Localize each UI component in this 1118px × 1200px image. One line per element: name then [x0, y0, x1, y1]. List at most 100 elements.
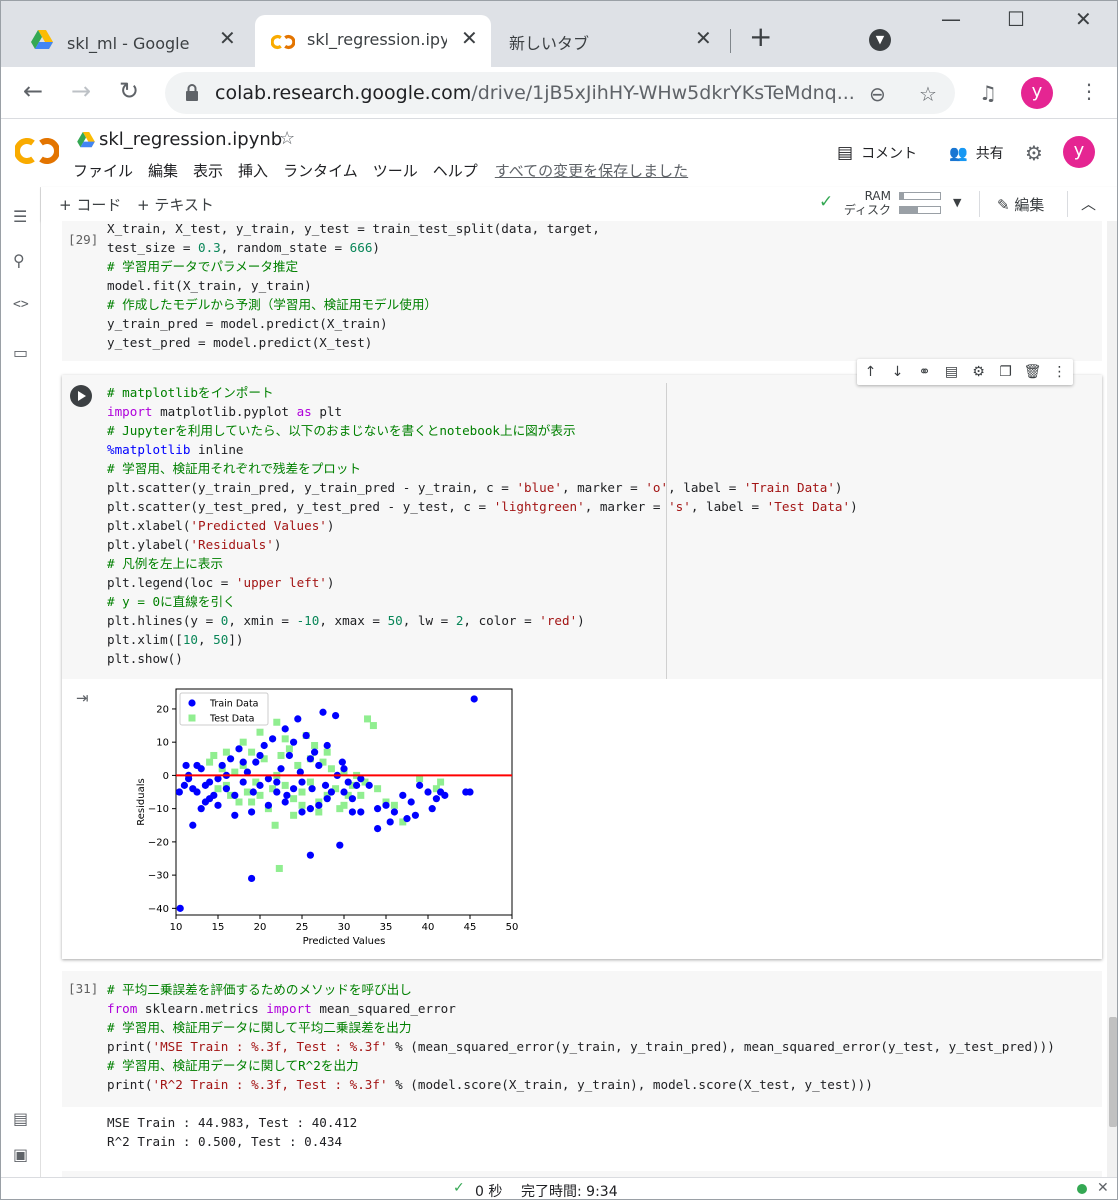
code-cell[interactable]: [29] X_train, X_test, y_train, y_test = …: [62, 221, 1102, 361]
new-tab-icon[interactable]: +: [749, 23, 772, 51]
maximize-icon[interactable]: ☐: [1007, 9, 1025, 29]
tab-new[interactable]: 新しいタブ ✕: [495, 15, 725, 67]
move-up-icon[interactable]: ↑: [857, 364, 884, 380]
tab-drive[interactable]: skl_ml - Google ド ✕: [1, 15, 251, 67]
train-data-point: [281, 798, 289, 806]
add-text-button[interactable]: + テキスト: [137, 194, 214, 215]
test-data-point: [235, 798, 243, 806]
scrollbar-thumb[interactable]: [1109, 1017, 1117, 1127]
train-data-point: [323, 741, 331, 750]
comment-button[interactable]: ▤ コメント: [837, 143, 917, 163]
output-actions-icon[interactable]: ⇥: [76, 689, 89, 707]
cell-output: ⇥ 10 15 20 25 30 35 40 45 50 −40 −30 −20 −10 0 10 20 Pre…: [62, 679, 1102, 959]
close-icon[interactable]: ✕: [695, 26, 712, 50]
close-status-icon[interactable]: ✕: [1097, 1180, 1109, 1196]
code-cell-selected[interactable]: # matplotlibをインポート import matplotlib.pypl…: [62, 375, 1102, 959]
code-editor[interactable]: X_train, X_test, y_train, y_test = train…: [107, 221, 600, 352]
link-icon[interactable]: ⚭: [911, 364, 938, 380]
save-status[interactable]: すべての変更を保存しました: [495, 160, 688, 181]
run-cell-button[interactable]: [70, 385, 92, 407]
table-of-contents-icon[interactable]: ☰: [13, 207, 27, 226]
menu-edit[interactable]: 編集: [148, 160, 178, 181]
code-comment: # 学習用、検証用それぞれで残差をプロット: [107, 461, 362, 476]
edit-label: 編集: [1014, 196, 1045, 214]
colab-logo-icon[interactable]: [15, 137, 59, 165]
comment-label: コメント: [861, 146, 918, 162]
test-data-point: [340, 801, 348, 809]
terminal-icon[interactable]: ▣: [13, 1145, 28, 1164]
search-icon[interactable]: ⚲: [13, 251, 25, 270]
minimize-icon[interactable]: —: [941, 9, 961, 29]
test-data-point: [281, 781, 289, 789]
command-palette-icon[interactable]: ▤: [13, 1109, 28, 1128]
y-tick-label: 0: [163, 771, 169, 782]
code-snippets-icon[interactable]: <>: [13, 297, 29, 312]
resource-labels[interactable]: RAM ディスク: [841, 189, 891, 217]
train-data-point: [298, 808, 306, 816]
test-data-point: [285, 745, 293, 753]
train-data-point: [470, 695, 478, 703]
tab-colab[interactable]: skl_regression.ipyn ✕: [255, 15, 491, 67]
avatar[interactable]: y: [1063, 136, 1095, 168]
reload-icon[interactable]: ↻: [119, 79, 139, 103]
legend-train-label: Train Data: [209, 699, 259, 710]
media-control-icon[interactable]: ♫: [979, 81, 997, 105]
train-data-point: [298, 778, 306, 786]
menu-runtime[interactable]: ランタイム: [283, 160, 358, 181]
edit-button[interactable]: ✎ 編集: [997, 194, 1044, 215]
browser-menu-icon[interactable]: ⋮: [1079, 79, 1099, 103]
omnibox[interactable]: colab.research.google.com/drive/1jB5xJih…: [165, 72, 955, 114]
share-button[interactable]: 👥 共有: [949, 143, 1004, 163]
forward-icon[interactable]: →: [71, 79, 91, 103]
url-text[interactable]: colab.research.google.com/drive/1jB5xJih…: [215, 82, 855, 104]
back-icon[interactable]: ←: [23, 79, 43, 103]
train-data-point: [285, 751, 293, 760]
notebook-title[interactable]: skl_regression.ipynb: [99, 129, 282, 150]
add-code-button[interactable]: + コード: [59, 194, 121, 215]
move-down-icon[interactable]: ↓: [884, 364, 911, 380]
code-editor[interactable]: # matplotlibをインポート import matplotlib.pypl…: [107, 383, 858, 668]
notebook-scrollbar[interactable]: [1107, 221, 1117, 1181]
train-data-point: [218, 761, 226, 770]
bookmark-star-icon[interactable]: ☆: [919, 82, 937, 106]
comment-icon[interactable]: ▤: [938, 364, 965, 380]
star-icon[interactable]: ☆: [279, 128, 295, 149]
code-editor[interactable]: # 平均二乗誤差を評価するためのメソッドを呼び出し from sklearn.me…: [107, 980, 1055, 1094]
test-data-point: [248, 748, 256, 756]
train-data-point: [327, 788, 335, 796]
mirror-cell-icon[interactable]: ❐: [992, 364, 1019, 380]
settings-gear-icon[interactable]: ⚙: [965, 364, 992, 380]
window-close-icon[interactable]: ✕: [1075, 9, 1092, 29]
close-icon[interactable]: ✕: [461, 26, 478, 50]
menu-tools[interactable]: ツール: [373, 160, 418, 181]
menu-help[interactable]: ヘルプ: [433, 160, 478, 181]
train-data-point: [206, 795, 214, 803]
output-text: MSE Train : 44.983, Test : 40.412 R^2 Tra…: [107, 1113, 357, 1151]
train-data-point: [206, 778, 214, 786]
train-data-point: [197, 805, 205, 813]
files-folder-icon[interactable]: ▭: [13, 343, 28, 362]
resource-dropdown-icon[interactable]: ▼: [953, 196, 961, 209]
menu-insert[interactable]: 挿入: [238, 160, 268, 181]
collapse-chevron-up-icon[interactable]: ︿: [1081, 193, 1096, 214]
avatar[interactable]: y: [1021, 77, 1053, 109]
train-data-point: [277, 765, 285, 773]
train-data-point: [374, 805, 382, 813]
train-data-point: [182, 761, 190, 770]
more-vert-icon[interactable]: ⋮: [1046, 364, 1073, 380]
tab-search-icon[interactable]: ▼: [869, 29, 891, 51]
ram-usage-fill: [900, 193, 904, 199]
legend-train-marker: [188, 699, 196, 707]
execution-completed-time[interactable]: 完了時間: 9:34: [521, 1181, 618, 1199]
settings-gear-icon[interactable]: ⚙: [1025, 141, 1043, 165]
train-data-point: [235, 745, 243, 753]
delete-trash-icon[interactable]: 🗑: [1019, 364, 1046, 380]
train-data-point: [416, 781, 424, 789]
menu-view[interactable]: 表示: [193, 160, 223, 181]
url-domain: colab.research.google.com: [215, 82, 472, 104]
close-icon[interactable]: ✕: [219, 26, 236, 50]
code-cell[interactable]: [31] # 平均二乗誤差を評価するためのメソッドを呼び出し from sklea…: [62, 971, 1102, 1107]
test-data-point: [222, 748, 230, 756]
zoom-icon[interactable]: ⊖: [869, 82, 886, 106]
menu-file[interactable]: ファイル: [73, 160, 133, 181]
